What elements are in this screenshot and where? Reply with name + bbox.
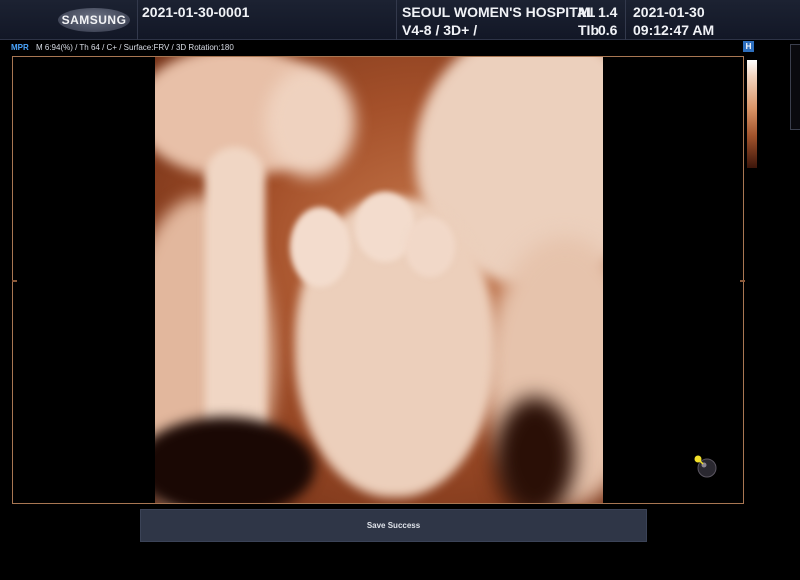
render-tissue	[205, 147, 265, 447]
mi-value: 1.4	[598, 4, 618, 20]
side-panel-tab[interactable]	[790, 44, 800, 130]
mi-label: MI	[578, 4, 594, 20]
viewport-marker-right	[740, 280, 745, 282]
hospital-name: SEOUL WOMEN'S HOSPITAL	[402, 4, 596, 20]
exam-date: 2021-01-30	[633, 4, 705, 20]
header-divider	[137, 0, 138, 40]
samsung-logo: SAMSUNG	[58, 8, 130, 32]
render-tissue	[155, 417, 315, 503]
trackball-cursor-icon[interactable]	[694, 454, 720, 480]
header-divider	[396, 0, 397, 40]
header-divider	[625, 0, 626, 40]
patient-id: 2021-01-30-0001	[142, 4, 250, 20]
imaging-params-bar: MPR M 6:94(%) / Th 64 / C+ / Surface:FRV…	[0, 40, 800, 56]
viewport-marker-left	[12, 280, 17, 282]
3d-render-image[interactable]	[155, 57, 603, 503]
render-tissue	[405, 217, 455, 277]
color-map-bar	[747, 60, 757, 168]
probe-preset: V4-8 / 3D+ /	[402, 22, 478, 38]
render-tissue	[290, 207, 350, 287]
status-bar: Save Success	[140, 509, 647, 542]
imaging-params-text: M 6:94(%) / Th 64 / C+ / Surface:FRV / 3…	[36, 43, 234, 52]
exam-time: 09:12:47 AM	[633, 22, 715, 38]
render-tissue	[265, 67, 355, 177]
tib-value: 0.6	[598, 22, 618, 38]
brand-logo-area: SAMSUNG	[0, 0, 137, 40]
mpr-mode-label[interactable]: MPR	[11, 43, 29, 52]
orientation-badge[interactable]: H	[743, 41, 754, 52]
tib-label: TIb	[578, 22, 599, 38]
status-message: Save Success	[366, 521, 421, 530]
top-header-bar: SAMSUNG 2021-01-30-0001 SEOUL WOMEN'S HO…	[0, 0, 800, 40]
